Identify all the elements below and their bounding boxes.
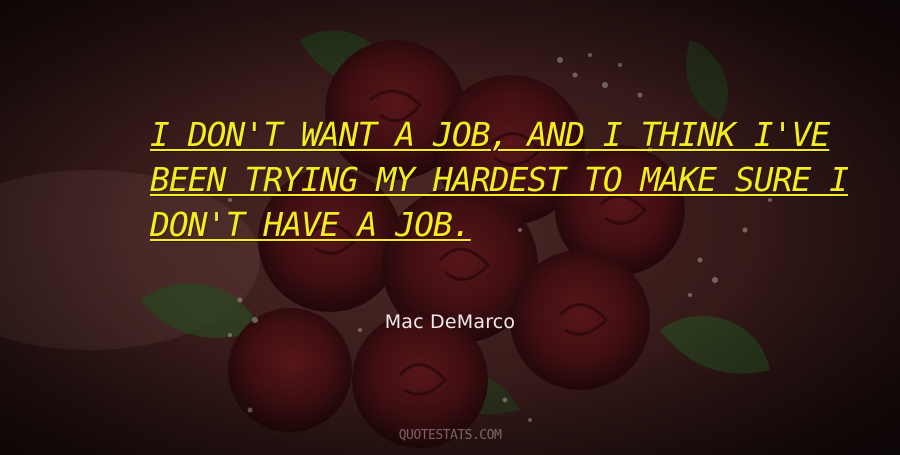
quote-text: I DON'T WANT A JOB, AND I THINK I'VE BEE…	[150, 112, 849, 247]
quote-line: DON'T HAVE A JOB.	[150, 205, 472, 244]
quote-line: BEEN TRYING MY HARDEST TO MAKE SURE I	[150, 160, 849, 199]
site-watermark: QUOTESTATS.COM	[398, 428, 502, 443]
quote-image: I DON'T WANT A JOB, AND I THINK I'VE BEE…	[0, 0, 900, 455]
quote-author: Mac DeMarco	[384, 311, 516, 333]
quote-line: I DON'T WANT A JOB, AND I THINK I'VE	[150, 115, 830, 154]
